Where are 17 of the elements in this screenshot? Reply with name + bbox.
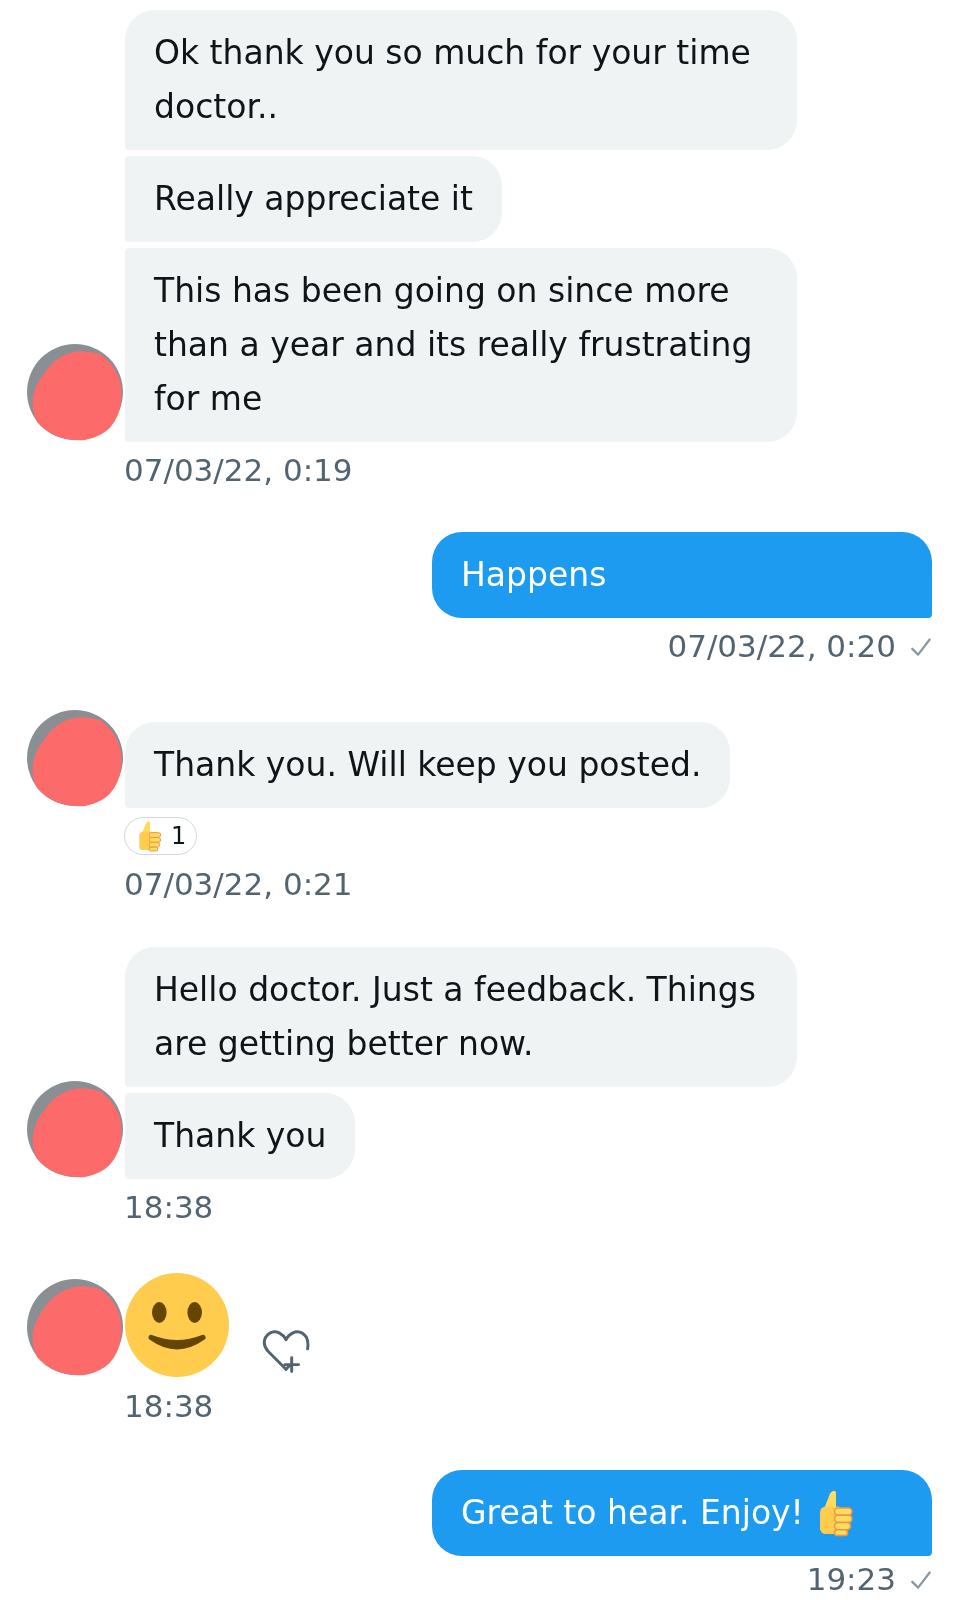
thumbs-up-icon <box>137 820 163 852</box>
timestamp: 07/03/22, 0:21 <box>124 866 353 902</box>
timestamp: 07/03/22, 0:20 <box>667 628 896 664</box>
message-bubble: Thank you. Will keep you posted. <box>125 722 731 808</box>
message-bubble: Really appreciate it <box>125 156 502 242</box>
add-reaction-icon[interactable] <box>261 1328 311 1374</box>
timestamp: 07/03/22, 0:19 <box>124 452 353 488</box>
message-bubble: Happens <box>432 532 932 618</box>
message-bubble: This has been going on since more than a year and its really frustrating for me <box>125 248 797 442</box>
message-bubble: Ok thank you so much for your time doctor.. <box>125 10 797 150</box>
timestamp: 18:38 <box>124 1388 214 1424</box>
message-bubble: Great to hear. Enjoy! <box>432 1470 932 1556</box>
message-bubble: Hello doctor. Just a feedback. Things are getting better now. <box>125 947 797 1087</box>
timestamp: 19:23 <box>806 1561 896 1597</box>
smiley-icon <box>125 1273 229 1377</box>
timestamp: 18:38 <box>124 1189 214 1225</box>
message-bubble: Thank you <box>125 1093 356 1179</box>
